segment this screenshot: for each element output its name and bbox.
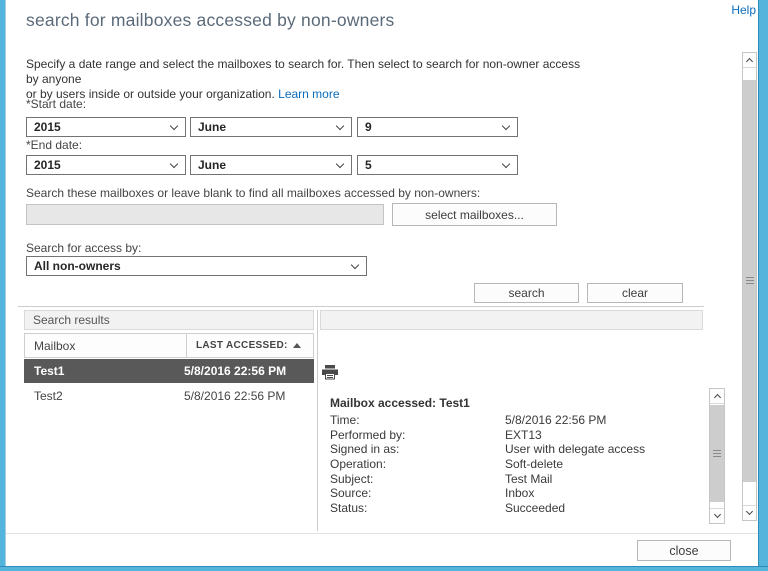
- scroll-up-icon[interactable]: [743, 53, 756, 68]
- search-button[interactable]: search: [474, 283, 579, 303]
- print-icon[interactable]: [322, 365, 338, 383]
- window-border-bottom: [0, 566, 768, 571]
- close-button[interactable]: close: [637, 540, 731, 561]
- chevron-down-icon: [350, 260, 360, 269]
- detail-row-status: Status: Succeeded: [330, 500, 566, 515]
- column-header-mailbox[interactable]: Mailbox: [24, 333, 187, 358]
- column-header-last-accessed[interactable]: LAST ACCESSED:: [186, 333, 314, 358]
- chevron-down-icon: [169, 159, 179, 168]
- help-link[interactable]: Help: [731, 3, 756, 17]
- chevron-down-icon: [501, 121, 511, 130]
- page-title: search for mailboxes accessed by non-own…: [26, 10, 395, 30]
- detail-row-operation: Operation: Soft-delete: [330, 457, 564, 472]
- detail-row-signed-in-as: Signed in as: User with delegate access: [330, 442, 646, 457]
- results-top-divider: [18, 306, 704, 307]
- table-row[interactable]: Test2 5/8/2016 22:56 PM: [24, 385, 314, 407]
- detail-row-time: Time: 5/8/2016 22:56 PM: [330, 413, 607, 428]
- end-year-select[interactable]: 2015: [26, 155, 186, 175]
- clear-button[interactable]: clear: [587, 283, 683, 303]
- scroll-up-icon[interactable]: [710, 389, 724, 404]
- non-owner-mailbox-access-dialog: Help search for mailboxes accessed by no…: [0, 0, 768, 571]
- sort-ascending-icon: [293, 343, 301, 348]
- detail-row-performed-by: Performed by: EXT13: [330, 427, 542, 442]
- page-scrollbar[interactable]: [742, 52, 757, 521]
- detail-row-source: Source: Inbox: [330, 486, 535, 501]
- description-line1: Specify a date range and select the mail…: [26, 57, 581, 86]
- chevron-down-icon: [501, 159, 511, 168]
- start-month-select[interactable]: June: [190, 117, 352, 137]
- end-month-select[interactable]: June: [190, 155, 352, 175]
- pane-divider: [317, 310, 318, 531]
- access-by-select[interactable]: All non-owners: [26, 256, 367, 276]
- chevron-down-icon: [335, 121, 345, 130]
- learn-more-link[interactable]: Learn more: [278, 87, 339, 101]
- start-date-label: *Start date:: [26, 97, 87, 111]
- select-mailboxes-button[interactable]: select mailboxes...: [392, 203, 557, 226]
- search-results-header: Search results: [24, 310, 314, 330]
- access-by-label: Search for access by:: [26, 241, 142, 255]
- page-scrollbar-thumb[interactable]: [743, 80, 756, 482]
- start-year-select[interactable]: 2015: [26, 117, 186, 137]
- page-description: Specify a date range and select the mail…: [26, 57, 586, 102]
- detail-scrollbar[interactable]: [709, 388, 725, 524]
- mailboxes-input[interactable]: [26, 204, 384, 225]
- window-border-left: [0, 0, 6, 571]
- start-day-select[interactable]: 9: [357, 117, 518, 137]
- mailboxes-label: Search these mailboxes or leave blank to…: [26, 186, 481, 200]
- details-header-bar: [320, 310, 703, 330]
- chevron-down-icon: [169, 121, 179, 130]
- window-border-right: [758, 0, 768, 571]
- grip-icon: [713, 449, 721, 458]
- end-date-label: *End date:: [26, 138, 83, 152]
- detail-title: Mailbox accessed: Test1: [330, 396, 470, 410]
- footer-divider: [6, 533, 758, 534]
- end-day-select[interactable]: 5: [357, 155, 518, 175]
- table-row-selected[interactable]: Test1 5/8/2016 22:56 PM: [24, 359, 314, 383]
- grip-icon: [745, 277, 754, 285]
- scroll-down-icon[interactable]: [743, 505, 756, 520]
- detail-row-subject: Subject: Test Mail: [330, 471, 553, 486]
- scroll-down-icon[interactable]: [710, 508, 724, 523]
- detail-scrollbar-thumb[interactable]: [710, 405, 724, 502]
- detail-fields: Time: 5/8/2016 22:56 PM Performed by: EX…: [330, 413, 700, 515]
- chevron-down-icon: [335, 159, 345, 168]
